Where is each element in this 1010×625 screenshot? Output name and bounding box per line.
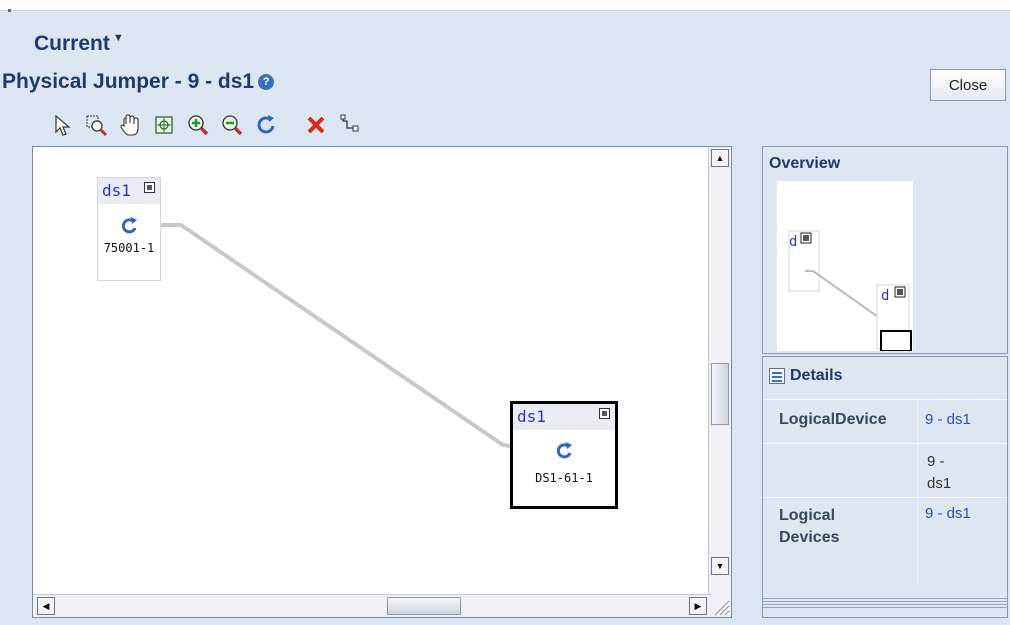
current-menu[interactable]: Current ▼: [34, 32, 124, 56]
overview-mini-label: d: [789, 234, 798, 250]
node-name: ds1: [517, 407, 546, 426]
overview-title: Overview: [769, 155, 841, 172]
node-name: ds1: [102, 181, 131, 200]
scroll-up-icon[interactable]: ▲: [711, 149, 729, 167]
overview-panel: Overview d d: [762, 146, 1008, 354]
node-header: ds1: [513, 404, 615, 430]
details-footer-rule: [763, 598, 1007, 615]
details-row-label: LogicalDevice: [779, 411, 887, 428]
page-title-text: Physical Jumper - 9 - ds1: [2, 70, 255, 93]
node-close-icon[interactable]: [599, 408, 610, 419]
connector-icon[interactable]: [336, 111, 364, 139]
details-icon: [769, 368, 785, 384]
close-button[interactable]: Close: [930, 69, 1006, 101]
diagram-node[interactable]: ds1 75001-1: [97, 177, 161, 281]
port-refresh-icon[interactable]: [554, 441, 574, 461]
select-icon[interactable]: [48, 111, 76, 139]
diagram-node-selected[interactable]: ds1 DS1-61-1: [510, 401, 618, 509]
node-close-icon[interactable]: [144, 182, 155, 193]
details-row-value[interactable]: 9 - ds1: [925, 409, 971, 431]
details-panel: Details LogicalDevice 9 - ds1 9 - ds1 Lo…: [762, 356, 1008, 618]
horizontal-scroll-thumb[interactable]: [387, 597, 461, 615]
vertical-scrollbar[interactable]: ▲ ▼: [708, 147, 731, 597]
page-title: Physical Jumper - 9 - ds1?: [2, 70, 275, 94]
help-icon[interactable]: ?: [258, 74, 275, 91]
port-refresh-icon[interactable]: [119, 216, 139, 236]
diagram-canvas[interactable]: ds1 75001-1 ds1 DS1-61-1: [33, 147, 711, 597]
vertical-scroll-thumb[interactable]: [711, 363, 729, 425]
delete-icon[interactable]: [302, 111, 330, 139]
zoom-out-icon[interactable]: [218, 111, 246, 139]
details-row-divider: [763, 497, 1007, 498]
pan-hand-icon[interactable]: [116, 111, 144, 139]
side-panel: Overview d d Details LogicalDevice 9 - d…: [762, 146, 1008, 618]
overview-map[interactable]: d d: [777, 181, 913, 351]
details-column-divider: [917, 399, 918, 587]
details-header: Details: [769, 367, 842, 385]
details-row-value[interactable]: 9 - ds1: [925, 503, 971, 525]
refresh-icon[interactable]: [252, 111, 280, 139]
fit-to-window-icon[interactable]: [150, 111, 178, 139]
details-row-divider: [763, 443, 1007, 444]
corner-tick: [8, 9, 11, 12]
node-header: ds1: [98, 178, 160, 204]
horizontal-scrollbar[interactable]: ◀ ▶: [33, 594, 711, 617]
details-row-value: 9 - ds1: [927, 453, 952, 492]
details-row-divider: [763, 399, 1007, 400]
scroll-right-icon[interactable]: ▶: [689, 597, 707, 615]
jumper-link[interactable]: [155, 223, 546, 453]
current-caret-icon[interactable]: ▼: [113, 32, 124, 44]
details-row-label: Logical Devices: [779, 507, 840, 546]
zoom-in-icon[interactable]: [184, 111, 212, 139]
top-strip: [0, 0, 1010, 12]
details-title: Details: [790, 367, 843, 384]
scroll-down-icon[interactable]: ▼: [711, 557, 729, 575]
node-label: DS1-61-1: [535, 471, 593, 485]
resize-grip-icon[interactable]: [709, 595, 731, 617]
overview-mini-label: d: [881, 288, 890, 304]
zoom-select-icon[interactable]: [82, 111, 110, 139]
diagram-panel: ds1 75001-1 ds1 DS1-61-1 ▲ ▼ ◀ ▶: [32, 146, 732, 618]
current-label: Current: [34, 32, 110, 55]
scroll-left-icon[interactable]: ◀: [37, 597, 55, 615]
node-label: 75001-1: [103, 241, 155, 255]
overview-links: [788, 230, 912, 351]
